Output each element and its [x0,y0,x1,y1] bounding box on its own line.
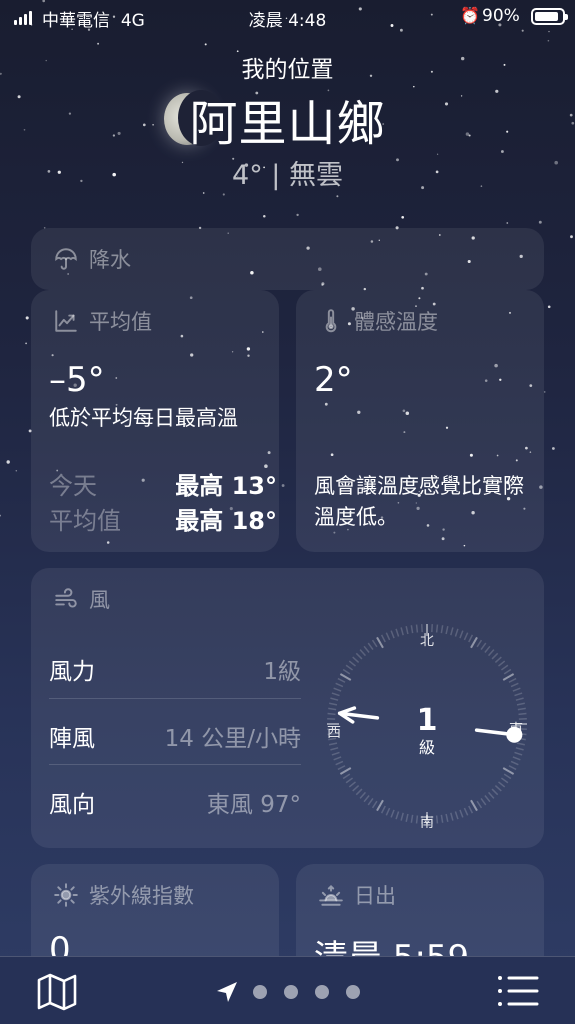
umbrella-icon [55,248,77,270]
average-deviation: –5° [49,360,105,400]
precipitation-card[interactable]: 降水 [31,228,544,290]
thermometer-icon [325,309,337,333]
page-dot[interactable] [284,985,298,999]
battery-icon [531,8,568,25]
today-high-row: 今天 最高 13° [49,472,277,500]
precipitation-title: 降水 [53,244,131,274]
averages-title: 平均值 [53,306,152,336]
wind-title: 風 [53,584,110,614]
feels-like-temperature: 2° [314,360,353,400]
feels-like-description: 風會讓溫度感覺比實際溫度低。 [314,474,524,529]
wind-direction-row: 風向 東風 97° [49,792,301,818]
average-description: 低於平均每日最高溫 [49,406,238,430]
compass-west-label: 西 [327,725,341,741]
status-bar: 中華電信 4G 凌晨 4:48 ⏰ 90% [0,0,575,34]
page-dot[interactable] [253,985,267,999]
wind-gust-row: 陣風 14 公里/小時 [49,726,301,752]
chart-line-icon [55,310,77,332]
current-conditions: 4° | 無雲 [232,160,343,191]
averages-card[interactable]: 平均值 –5° 低於平均每日最高溫 今天 最高 13° 平均值 最高 18° [31,290,279,552]
feels-like-card[interactable]: 體感溫度 2° 風會讓溫度感覺比實際溫度低。 [296,290,544,552]
wind-icon [55,588,77,608]
feels-like-title: 體感溫度 [318,306,438,336]
page-dot[interactable] [315,985,329,999]
list-icon[interactable] [497,975,539,1007]
page-dot[interactable] [346,985,360,999]
wind-card[interactable]: 風 風力 1級 陣風 14 公里/小時 風向 東風 97° 北 南 西 東 1 … [31,568,544,848]
wind-compass: 北 南 西 東 1 級 [327,624,527,831]
sunrise-icon [319,884,343,906]
compass-south-label: 南 [420,815,434,831]
sunrise-title: 日出 [318,880,396,910]
bottom-toolbar [0,956,575,1024]
city-name: 阿里山鄉 [189,96,386,152]
location-arrow-icon[interactable] [216,981,238,1003]
average-high-row: 平均值 最高 18° [49,507,277,535]
compass-speed: 1 [417,703,438,738]
compass-north-label: 北 [420,633,434,649]
map-icon[interactable] [36,973,78,1011]
location-label: 我的位置 [241,57,334,83]
compass-unit: 級 [419,738,435,757]
alarm-icon: ⏰ [460,6,480,25]
uv-index-title: 紫外線指數 [53,880,194,910]
battery-percentage: 90% [482,6,520,26]
sun-icon [54,883,78,907]
wind-force-row: 風力 1級 [49,659,301,685]
